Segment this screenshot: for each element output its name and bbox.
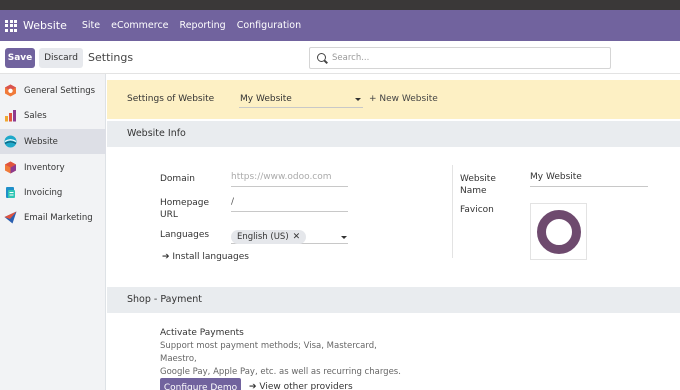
homepage-url-field[interactable]: / xyxy=(231,197,348,212)
sidebar-item-email-marketing[interactable]: Email Marketing xyxy=(0,205,106,230)
view-providers-label: View other providers xyxy=(259,382,353,390)
configure-demo-button[interactable]: Configure Demo xyxy=(160,378,241,390)
website-icon xyxy=(4,135,17,148)
section-title: Website Info xyxy=(127,128,186,139)
favicon-label: Favicon xyxy=(460,205,494,215)
website-name-label: Website Name xyxy=(460,173,496,197)
homepage-label-line1: Homepage xyxy=(160,198,210,208)
section-title: Shop - Payment xyxy=(127,294,202,305)
section-header-website-info: Website Info xyxy=(107,121,680,147)
section-header-shop-payment: Shop - Payment xyxy=(107,287,680,313)
column-divider xyxy=(452,165,453,258)
domain-placeholder: https://www.odoo.com xyxy=(231,172,332,182)
website-name-label-line1: Website xyxy=(460,174,496,184)
sidebar-item-label: General Settings xyxy=(24,85,96,96)
search-box xyxy=(309,47,611,69)
email-marketing-icon xyxy=(4,211,17,224)
website-name-field[interactable]: My Website xyxy=(530,172,648,187)
new-website-button[interactable]: + New Website xyxy=(369,94,438,104)
website-name-label-line2: Name xyxy=(460,186,487,196)
chevron-down-icon xyxy=(355,98,361,101)
sidebar-item-label: Invoicing xyxy=(24,187,63,198)
description-line: Support most payment methods; Visa, Mast… xyxy=(160,341,377,364)
new-website-label: New Website xyxy=(379,94,438,104)
inventory-icon xyxy=(4,161,17,174)
description-line: Google Pay, Apple Pay, etc. as well as r… xyxy=(160,367,401,377)
install-languages-label: Install languages xyxy=(172,252,249,262)
website-selector-banner: Settings of Website My Website + New Web… xyxy=(107,80,680,119)
sidebar-item-label: Sales xyxy=(24,110,47,121)
homepage-url-label: Homepage URL xyxy=(160,197,209,221)
sidebar-item-label: Website xyxy=(24,136,58,147)
discard-button[interactable]: Discard xyxy=(39,48,83,68)
domain-field[interactable]: https://www.odoo.com xyxy=(231,172,348,187)
language-tag: English (US) ✕ xyxy=(231,230,307,244)
domain-label: Domain xyxy=(160,174,195,184)
website-name-value: My Website xyxy=(530,172,582,182)
activate-payments-title: Activate Payments xyxy=(160,328,244,338)
sidebar-item-sales[interactable]: Sales xyxy=(0,103,106,128)
website-selector-label: Settings of Website xyxy=(127,94,215,104)
nav-item-site[interactable]: Site xyxy=(82,20,100,31)
sidebar-item-inventory[interactable]: Inventory xyxy=(0,155,106,180)
general-settings-icon xyxy=(4,84,17,97)
languages-label: Languages xyxy=(160,230,210,240)
main-navbar: Website Site eCommerce Reporting Configu… xyxy=(0,10,680,41)
favicon-image xyxy=(537,210,581,254)
search-input[interactable] xyxy=(332,51,602,65)
app-brand[interactable]: Website xyxy=(23,19,67,32)
view-other-providers-link[interactable]: ➔ View other providers xyxy=(249,382,353,390)
sales-icon xyxy=(4,109,17,122)
page-title: Settings xyxy=(88,51,134,64)
apps-menu-icon[interactable] xyxy=(5,19,17,32)
install-languages-link[interactable]: ➔ Install languages xyxy=(162,252,249,262)
control-panel: Save Discard Settings xyxy=(0,41,680,74)
website-select-value: My Website xyxy=(240,94,292,104)
settings-sidebar: General Settings Sales Website Inventory… xyxy=(0,74,106,390)
language-tag-label: English (US) xyxy=(237,232,289,242)
sidebar-item-label: Inventory xyxy=(24,162,65,173)
sidebar-item-label: Email Marketing xyxy=(24,212,93,223)
website-select[interactable]: My Website xyxy=(239,90,363,108)
nav-item-ecommerce[interactable]: eCommerce xyxy=(111,20,168,31)
favicon-upload[interactable] xyxy=(530,203,587,260)
save-button[interactable]: Save xyxy=(5,48,35,68)
nav-item-configuration[interactable]: Configuration xyxy=(237,20,301,31)
sidebar-item-general-settings[interactable]: General Settings xyxy=(0,78,106,103)
activate-payments-description: Support most payment methods; Visa, Mast… xyxy=(160,340,410,379)
homepage-label-line2: URL xyxy=(160,210,178,220)
sidebar-item-website[interactable]: Website xyxy=(0,129,106,154)
search-icon xyxy=(317,53,326,62)
sidebar-item-invoicing[interactable]: Invoicing xyxy=(0,180,106,205)
homepage-url-value: / xyxy=(231,197,235,207)
chevron-down-icon xyxy=(341,236,347,239)
close-icon[interactable]: ✕ xyxy=(293,232,301,242)
settings-content: Settings of Website My Website + New Web… xyxy=(107,74,680,390)
browser-top-strip xyxy=(0,0,680,10)
invoicing-icon xyxy=(4,186,17,199)
nav-item-reporting[interactable]: Reporting xyxy=(180,20,226,31)
